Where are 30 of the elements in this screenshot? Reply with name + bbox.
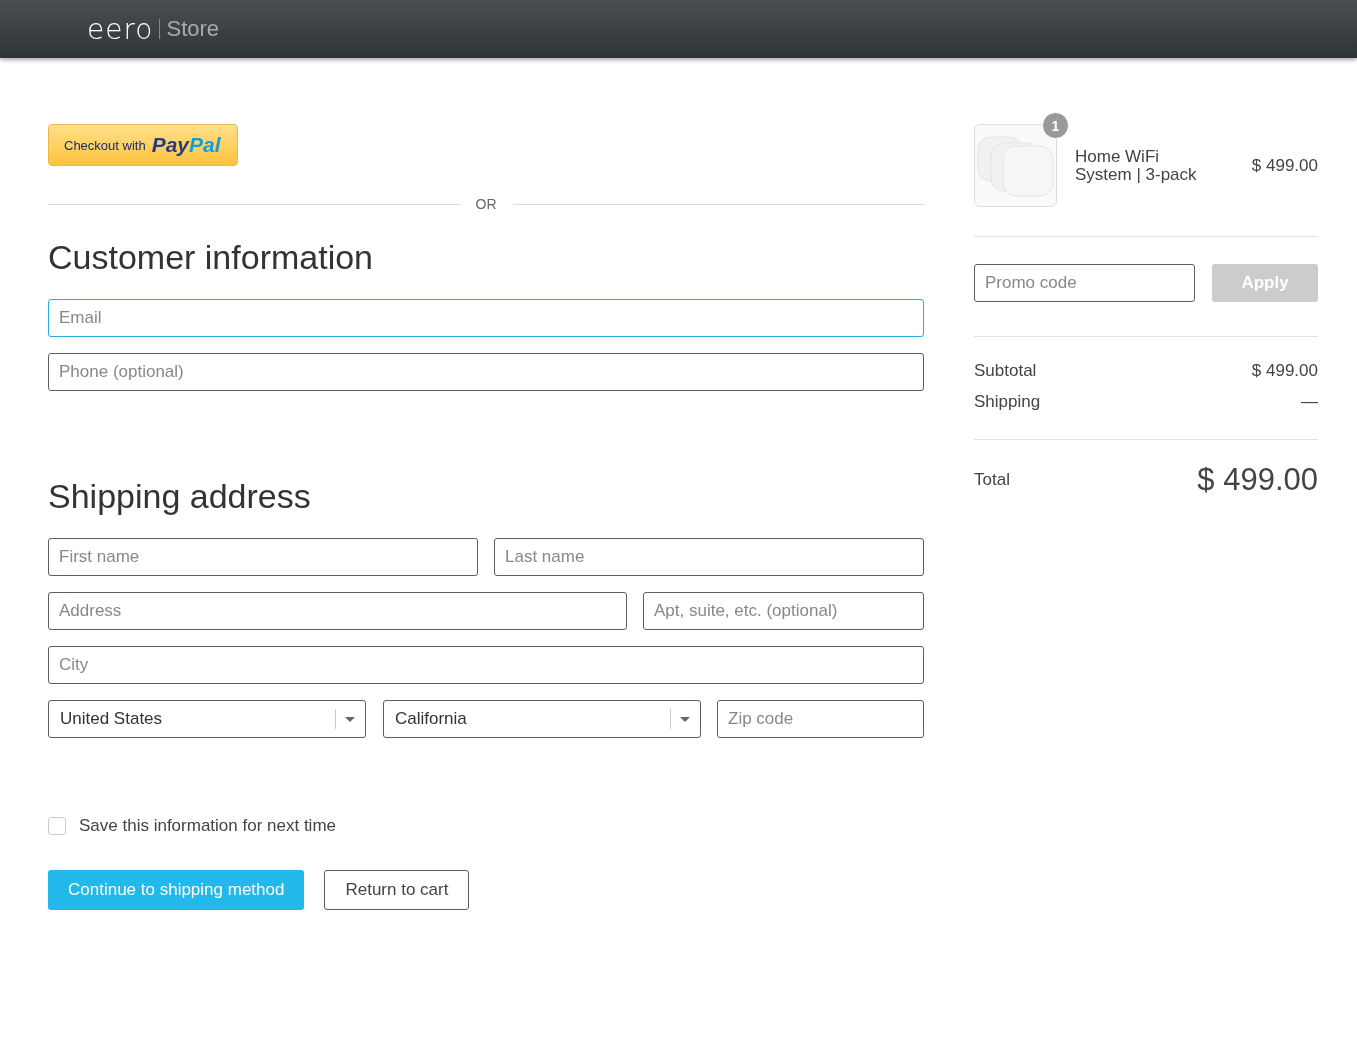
- checkbox-label: Save this information for next time: [79, 816, 336, 836]
- section-heading: Customer information: [48, 238, 374, 277]
- summary-value: $ 499.00: [1251, 361, 1318, 381]
- input-field[interactable]: City: [48, 646, 924, 684]
- input-field[interactable]: Email: [48, 299, 924, 337]
- input-field[interactable]: Address: [48, 592, 627, 630]
- total-value: $ 499.00: [1197, 462, 1318, 498]
- input-field[interactable]: Apt, suite, etc. (optional): [643, 592, 924, 630]
- caret-icon: [345, 716, 355, 722]
- return-to-cart-button[interactable]: Return to cart: [324, 870, 470, 910]
- summary-value: —: [1301, 392, 1318, 412]
- quantity-badge: 1: [1042, 112, 1069, 139]
- input-field[interactable]: Zip code: [717, 700, 924, 738]
- logo[interactable]: eero: [87, 12, 154, 46]
- caret-icon: [680, 716, 690, 722]
- dropdown[interactable]: California: [383, 700, 701, 738]
- summary-label: Shipping: [974, 392, 1041, 412]
- section-heading: Shipping address: [48, 477, 312, 516]
- summary-label: Subtotal: [974, 361, 1037, 381]
- or-divider-label: OR: [475, 196, 497, 212]
- paypal-checkout-button[interactable]: Checkout with PayPal: [48, 124, 238, 166]
- input-field[interactable]: Last name: [494, 538, 924, 576]
- dropdown[interactable]: United States: [48, 700, 366, 738]
- product-price: $ 499.00: [1251, 155, 1318, 176]
- checkbox[interactable]: [48, 817, 66, 835]
- input-field[interactable]: First name: [48, 538, 478, 576]
- product-name: Home WiFi System | 3-pack: [1075, 147, 1198, 184]
- total-label: Total: [974, 470, 1010, 490]
- input-field[interactable]: Phone (optional): [48, 353, 924, 391]
- store-label: Store: [166, 16, 220, 42]
